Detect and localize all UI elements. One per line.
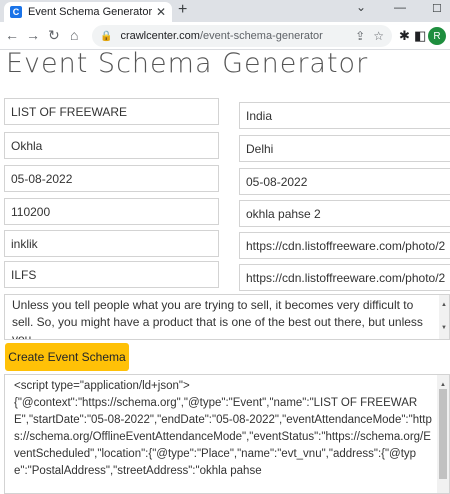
new-tab-icon[interactable]: + bbox=[178, 1, 187, 19]
url-path: /event-schema-generator bbox=[199, 30, 323, 42]
close-tab-icon[interactable]: ✕ bbox=[156, 5, 166, 19]
description-textarea[interactable]: Unless you tell people what you are tryi… bbox=[4, 294, 450, 340]
forward-arrow-icon[interactable]: → bbox=[26, 27, 40, 43]
postal-code-input[interactable]: 110200 bbox=[4, 198, 219, 225]
end-date-input[interactable]: 05-08-2022 bbox=[239, 168, 450, 195]
organizer-url-input[interactable]: https://cdn.listoffreeware.com/photo/2 bbox=[239, 264, 450, 291]
street-address-input[interactable]: okhla pahse 2 bbox=[239, 200, 450, 227]
output-scrollbar[interactable]: ▲ bbox=[437, 375, 449, 493]
organizer-input[interactable]: ILFS bbox=[4, 261, 219, 288]
share-icon[interactable]: ⇪ bbox=[355, 29, 365, 43]
output-scrollbar-thumb[interactable] bbox=[439, 389, 447, 479]
tab-title: Event Schema Generator tool bbox=[28, 6, 152, 18]
description-text: Unless you tell people what you are tryi… bbox=[12, 298, 423, 340]
browser-toolbar: ← → ↻ ⌂ 🔒 crawlcenter.com/event-schema-g… bbox=[0, 22, 450, 50]
region-input[interactable]: Delhi bbox=[239, 135, 450, 162]
tab-search-chevron-icon[interactable]: ⌄ bbox=[356, 0, 366, 14]
url-text[interactable]: crawlcenter.com/event-schema-generator bbox=[120, 30, 347, 42]
browser-tab[interactable]: C Event Schema Generator tool ✕ bbox=[4, 2, 172, 22]
lock-icon[interactable]: 🔒 bbox=[100, 31, 112, 42]
maximize-icon[interactable]: ☐ bbox=[432, 2, 442, 15]
page-title: Event Schema Generator bbox=[6, 48, 369, 79]
create-event-schema-button[interactable]: Create Event Schema bbox=[5, 343, 129, 371]
extensions-puzzle-icon[interactable]: ✱ bbox=[399, 28, 410, 44]
scroll-down-arrow-icon[interactable]: ▼ bbox=[441, 320, 447, 337]
url-domain: crawlcenter.com bbox=[120, 30, 200, 42]
event-name-input[interactable]: LIST OF FREEWARE bbox=[4, 98, 219, 125]
schema-output-textarea[interactable]: <script type="application/ld+json"> {"@c… bbox=[4, 374, 450, 494]
description-scrollbar[interactable]: ▲ ▼ bbox=[439, 295, 449, 339]
profile-avatar[interactable]: R bbox=[428, 27, 446, 45]
reload-icon[interactable]: ↻ bbox=[48, 27, 60, 44]
address-bar[interactable]: 🔒 crawlcenter.com/event-schema-generator… bbox=[92, 25, 392, 47]
image-url-input[interactable]: https://cdn.listoffreeware.com/photo/2 bbox=[239, 232, 450, 259]
scroll-up-arrow-icon[interactable]: ▲ bbox=[441, 297, 447, 314]
country-input[interactable]: India bbox=[239, 102, 450, 129]
site-favicon-icon: C bbox=[10, 6, 22, 18]
star-icon[interactable]: ☆ bbox=[373, 29, 384, 43]
back-arrow-icon[interactable]: ← bbox=[5, 27, 19, 43]
browser-tab-strip: C Event Schema Generator tool ✕ + ⌄ — ☐ bbox=[0, 0, 450, 22]
performer-input[interactable]: inklik bbox=[4, 230, 219, 257]
home-icon[interactable]: ⌂ bbox=[70, 27, 78, 43]
locality-input[interactable]: Okhla bbox=[4, 132, 219, 159]
start-date-input[interactable]: 05-08-2022 bbox=[4, 165, 219, 192]
minimize-icon[interactable]: — bbox=[394, 0, 406, 14]
sidebar-icon[interactable]: ◧ bbox=[414, 28, 426, 44]
schema-output-code: <script type="application/ld+json"> {"@c… bbox=[14, 380, 432, 477]
